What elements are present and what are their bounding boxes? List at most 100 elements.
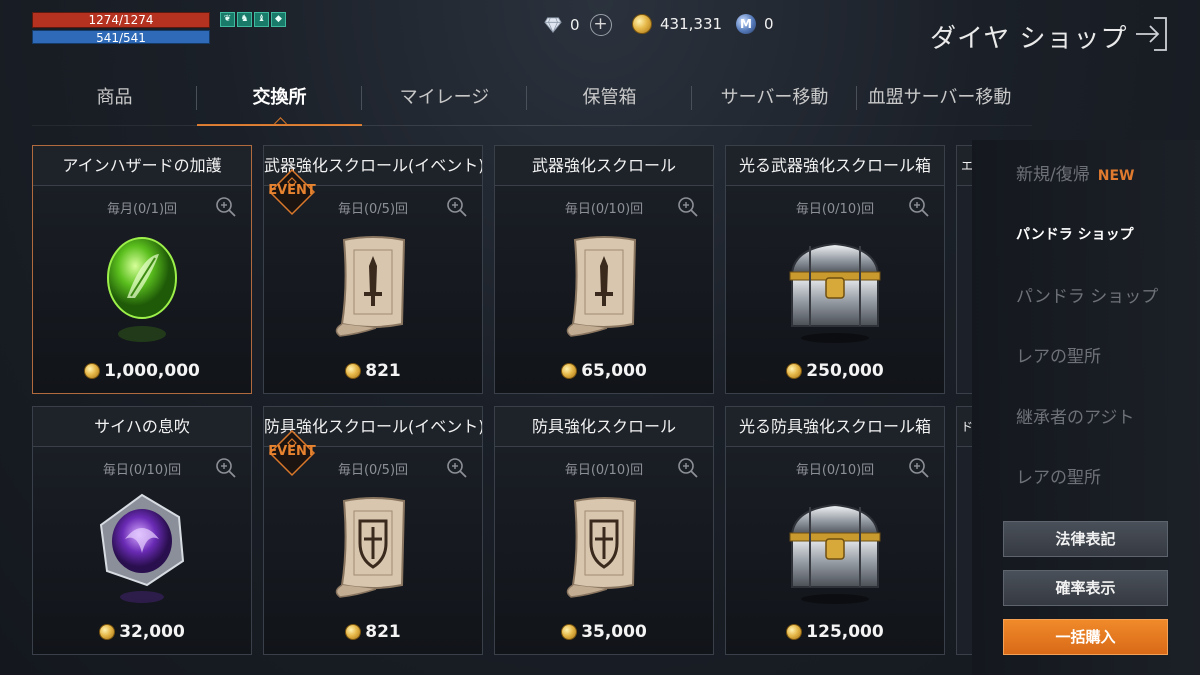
gold-coin-icon <box>561 624 578 640</box>
gold-coin-icon <box>84 363 101 379</box>
item-title: 防具強化スクロール <box>495 407 713 447</box>
tab-4[interactable]: サーバー移動 <box>692 70 857 126</box>
shop-item-card[interactable]: 防具強化スクロール 毎日(0/10)回 35,000 <box>494 406 714 655</box>
silver-chest-icon <box>780 226 890 346</box>
item-price: 32,000 <box>33 622 251 642</box>
hp-bar: 1274/1274 <box>32 12 210 28</box>
item-title: 光る防具強化スクロール箱 <box>726 407 944 447</box>
gold-coin-icon <box>632 14 652 34</box>
hp-value: 1274/1274 <box>88 13 154 27</box>
exit-icon[interactable] <box>1132 14 1168 54</box>
price-value: 1,000,000 <box>104 361 200 381</box>
shop-item-card[interactable]: アインハザードの加護 毎月(0/1)回 1,000,000 <box>32 145 252 394</box>
tab-2[interactable]: マイレージ <box>362 70 527 126</box>
item-price: 65,000 <box>495 361 713 381</box>
item-title: エ <box>957 146 972 186</box>
zoom-icon[interactable] <box>677 457 699 479</box>
shop-item-card[interactable]: 光る武器強化スクロール箱 毎日(0/10)回 250,000 <box>725 145 945 394</box>
side-menu-item[interactable]: パンドラ ショップ <box>1016 224 1134 244</box>
item-body: 毎月(0/1)回 1,000,000 <box>33 186 251 393</box>
gold-coin-icon <box>99 624 116 640</box>
figure-icon[interactable]: ♞ <box>237 12 252 27</box>
shop-item-card-partial[interactable]: エ <box>956 145 972 394</box>
add-diamond-button[interactable]: + <box>589 14 612 36</box>
price-value: 125,000 <box>806 622 884 642</box>
item-price: 1,000,000 <box>33 361 251 381</box>
side-menu-item[interactable]: レアの聖所 <box>1016 463 1101 488</box>
item-title: 武器強化スクロール <box>495 146 713 186</box>
new-tag: NEW <box>1097 168 1135 184</box>
gold-coin-icon <box>345 363 362 379</box>
zoom-icon[interactable] <box>908 196 930 218</box>
tab-label: サーバー移動 <box>720 87 829 108</box>
shop-item-card[interactable]: 武器強化スクロール 毎日(0/10)回 65,000 <box>494 145 714 394</box>
mileage-currency: M 0 <box>736 14 774 34</box>
item-body: 毎日(0/5)回 821 <box>264 186 482 393</box>
weapon-scroll-icon <box>318 226 428 346</box>
side-menu-label: パンドラ ショップ <box>1016 227 1134 243</box>
tab-label: マイレージ <box>399 87 490 108</box>
item-price: 125,000 <box>726 622 944 642</box>
wing-icon[interactable]: ❦ <box>220 12 235 27</box>
side-menu-item[interactable]: パンドラ ショップ <box>1016 282 1158 307</box>
green-gem-icon <box>87 226 197 346</box>
zoom-icon[interactable] <box>446 457 468 479</box>
item-grid: アインハザードの加護 毎月(0/1)回 1,000,000 武器強化スクロール(… <box>32 145 972 657</box>
tab-divider <box>32 125 1032 126</box>
item-body: 毎日(0/10)回 32,000 <box>33 447 251 654</box>
gold-coin-icon <box>561 363 578 379</box>
price-value: 821 <box>365 622 401 642</box>
tab-5[interactable]: 血盟サーバー移動 <box>857 70 1022 126</box>
zoom-icon[interactable] <box>908 457 930 479</box>
tab-label: 保管箱 <box>582 87 637 108</box>
mileage-amount: 0 <box>764 15 774 33</box>
item-body: 毎日(0/5)回 821 <box>264 447 482 654</box>
gold-currency: 431,331 <box>632 14 722 34</box>
event-label: EVENT <box>268 444 316 459</box>
tab-1[interactable]: 交換所 <box>197 70 362 126</box>
mileage-icon: M <box>736 14 756 34</box>
shop-item-card[interactable]: 武器強化スクロール(イベント) 毎日(0/5)回 821 EVENT <box>263 145 483 394</box>
item-price: 35,000 <box>495 622 713 642</box>
diamond-amount: 0 <box>570 16 580 34</box>
legal-notice-button[interactable]: 法律表記 <box>1003 521 1168 557</box>
side-menu-item[interactable]: レアの聖所 <box>1016 342 1101 367</box>
zoom-icon[interactable] <box>215 457 237 479</box>
side-menu-item[interactable]: 継承者のアジト <box>1016 403 1134 428</box>
side-menu-label: 継承者のアジト <box>1016 408 1135 428</box>
tab-3[interactable]: 保管箱 <box>527 70 692 126</box>
weapon-scroll-icon <box>549 226 659 346</box>
buff-list: ❦ ♞ ♝ ◆ <box>220 12 286 27</box>
zoom-icon[interactable] <box>677 196 699 218</box>
item-body: 毎日(0/10)回 250,000 <box>726 186 944 393</box>
side-menu-label: レアの聖所 <box>1016 468 1101 488</box>
zoom-icon[interactable] <box>215 196 237 218</box>
zoom-icon[interactable] <box>446 196 468 218</box>
side-menu-item[interactable]: 新規/復帰 NEW <box>1016 160 1134 185</box>
mp-value: 541/541 <box>96 31 146 45</box>
item-body: 毎日(0/10)回 35,000 <box>495 447 713 654</box>
item-price: 821 <box>264 622 482 642</box>
tab-0[interactable]: 商品 <box>32 70 197 126</box>
shop-item-card[interactable]: 光る防具強化スクロール箱 毎日(0/10)回 125,000 <box>725 406 945 655</box>
shop-item-card-partial[interactable]: ド <box>956 406 972 655</box>
crystal-icon[interactable]: ◆ <box>271 12 286 27</box>
price-value: 821 <box>365 361 401 381</box>
figure-icon[interactable]: ♝ <box>254 12 269 27</box>
shop-item-card[interactable]: サイハの息吹 毎日(0/10)回 32,000 <box>32 406 252 655</box>
gold-coin-icon <box>786 363 803 379</box>
price-value: 65,000 <box>581 361 647 381</box>
probability-button[interactable]: 確率表示 <box>1003 570 1168 606</box>
item-title: アインハザードの加護 <box>33 146 251 186</box>
item-body: 毎日(0/10)回 65,000 <box>495 186 713 393</box>
item-price: 250,000 <box>726 361 944 381</box>
bulk-buy-button[interactable]: 一括購入 <box>1003 619 1168 655</box>
shop-title: ダイヤ ショップ <box>930 24 1128 54</box>
item-price: 821 <box>264 361 482 381</box>
armor-scroll-icon <box>318 487 428 607</box>
item-title: サイハの息吹 <box>33 407 251 447</box>
gold-coin-icon <box>345 624 362 640</box>
shop-item-card[interactable]: 防具強化スクロール(イベント) 毎日(0/5)回 821 EVENT <box>263 406 483 655</box>
price-value: 35,000 <box>581 622 647 642</box>
purple-gem-icon <box>87 487 197 607</box>
